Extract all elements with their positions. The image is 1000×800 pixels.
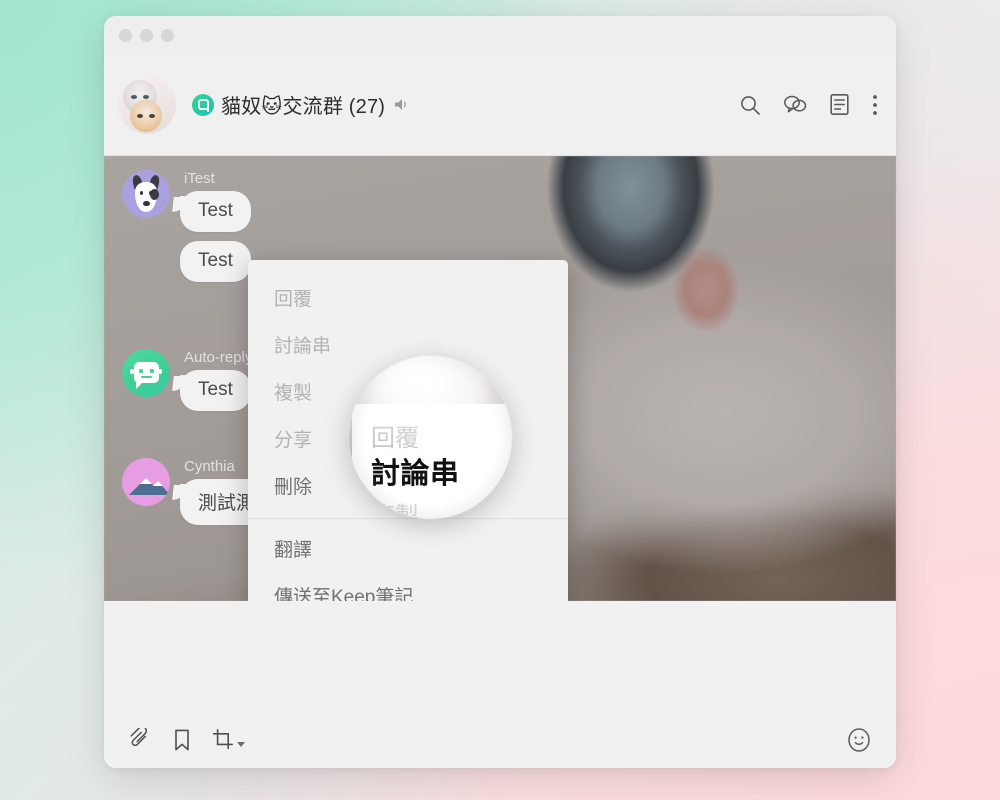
dog-nose xyxy=(143,201,150,206)
openchat-badge-glyph xyxy=(197,99,209,112)
group-avatar-cat-bottom xyxy=(130,99,162,132)
bot-avatar[interactable] xyxy=(122,349,170,397)
chat-body: iTest Test Test Auto-reply Test Cynthia … xyxy=(104,156,896,601)
bot-mouth xyxy=(141,376,152,378)
composer-right-actions xyxy=(846,727,872,753)
context-menu-item-send-to-keep[interactable]: 傳送至Keep筆記 xyxy=(248,572,568,601)
chat-header: 貓奴🐱交流群 (27) xyxy=(104,54,896,156)
message-column: Auto-reply Test xyxy=(180,349,252,420)
window-titlebar xyxy=(104,16,896,54)
note-icon[interactable] xyxy=(829,93,850,116)
window-close-button[interactable] xyxy=(119,28,132,42)
window-minimize-button[interactable] xyxy=(140,28,153,42)
message-bubble[interactable]: Test xyxy=(180,241,251,282)
message-sender: iTest xyxy=(184,170,215,187)
emoji-icon[interactable] xyxy=(846,727,872,753)
message-sender: Auto-reply xyxy=(184,349,253,366)
window-zoom-button[interactable] xyxy=(161,28,174,42)
header-actions xyxy=(739,93,878,117)
screenshot-icon[interactable] xyxy=(212,728,245,752)
message-column: iTest Test Test xyxy=(180,170,251,291)
composer-toolbar xyxy=(104,712,896,768)
magnified-item-reply: 回覆 xyxy=(371,425,419,452)
mountain-avatar[interactable] xyxy=(122,458,170,506)
chat-title-group[interactable]: 貓奴🐱交流群 (27) xyxy=(192,90,739,119)
mountain-cap-left xyxy=(140,478,152,484)
message-bubble[interactable]: Test xyxy=(180,370,251,411)
context-menu-item-reply[interactable]: 回覆 xyxy=(248,274,568,321)
bot-eye-right xyxy=(150,369,154,373)
page-title: 貓奴🐱交流群 (27) xyxy=(221,96,386,118)
chevron-down-icon xyxy=(237,742,245,747)
mountain-cap-right xyxy=(153,481,163,486)
app-window: 貓奴🐱交流群 (27) iTest Test Test Auto-reply T… xyxy=(104,16,896,768)
search-icon[interactable] xyxy=(739,94,761,116)
context-menu-item-translate[interactable]: 翻譯 xyxy=(248,525,568,572)
message-input[interactable] xyxy=(104,601,896,712)
dog-avatar[interactable] xyxy=(122,170,170,218)
magnified-item-copy: 複製 xyxy=(371,503,419,519)
chat-bubbles-icon[interactable] xyxy=(783,94,807,116)
bookmark-icon[interactable] xyxy=(172,728,192,752)
speaker-icon[interactable] xyxy=(394,97,411,112)
message-composer xyxy=(104,601,896,768)
magnifier-content: 回覆 討論串 複製 分享 xyxy=(349,356,512,519)
message-bubble[interactable]: Test xyxy=(180,191,251,232)
magnifier-lens: 回覆 討論串 複製 分享 xyxy=(349,356,512,519)
more-options-icon[interactable] xyxy=(872,93,878,117)
bot-head xyxy=(134,362,159,389)
composer-left-actions xyxy=(128,728,245,752)
bot-eye-left xyxy=(139,369,143,373)
group-avatar[interactable] xyxy=(118,75,176,134)
magnified-item-thread: 討論串 xyxy=(371,458,460,490)
attachment-icon[interactable] xyxy=(128,728,152,752)
openchat-badge-icon xyxy=(192,93,214,116)
dog-eye-left xyxy=(140,191,143,195)
dog-eye-right xyxy=(149,191,152,195)
